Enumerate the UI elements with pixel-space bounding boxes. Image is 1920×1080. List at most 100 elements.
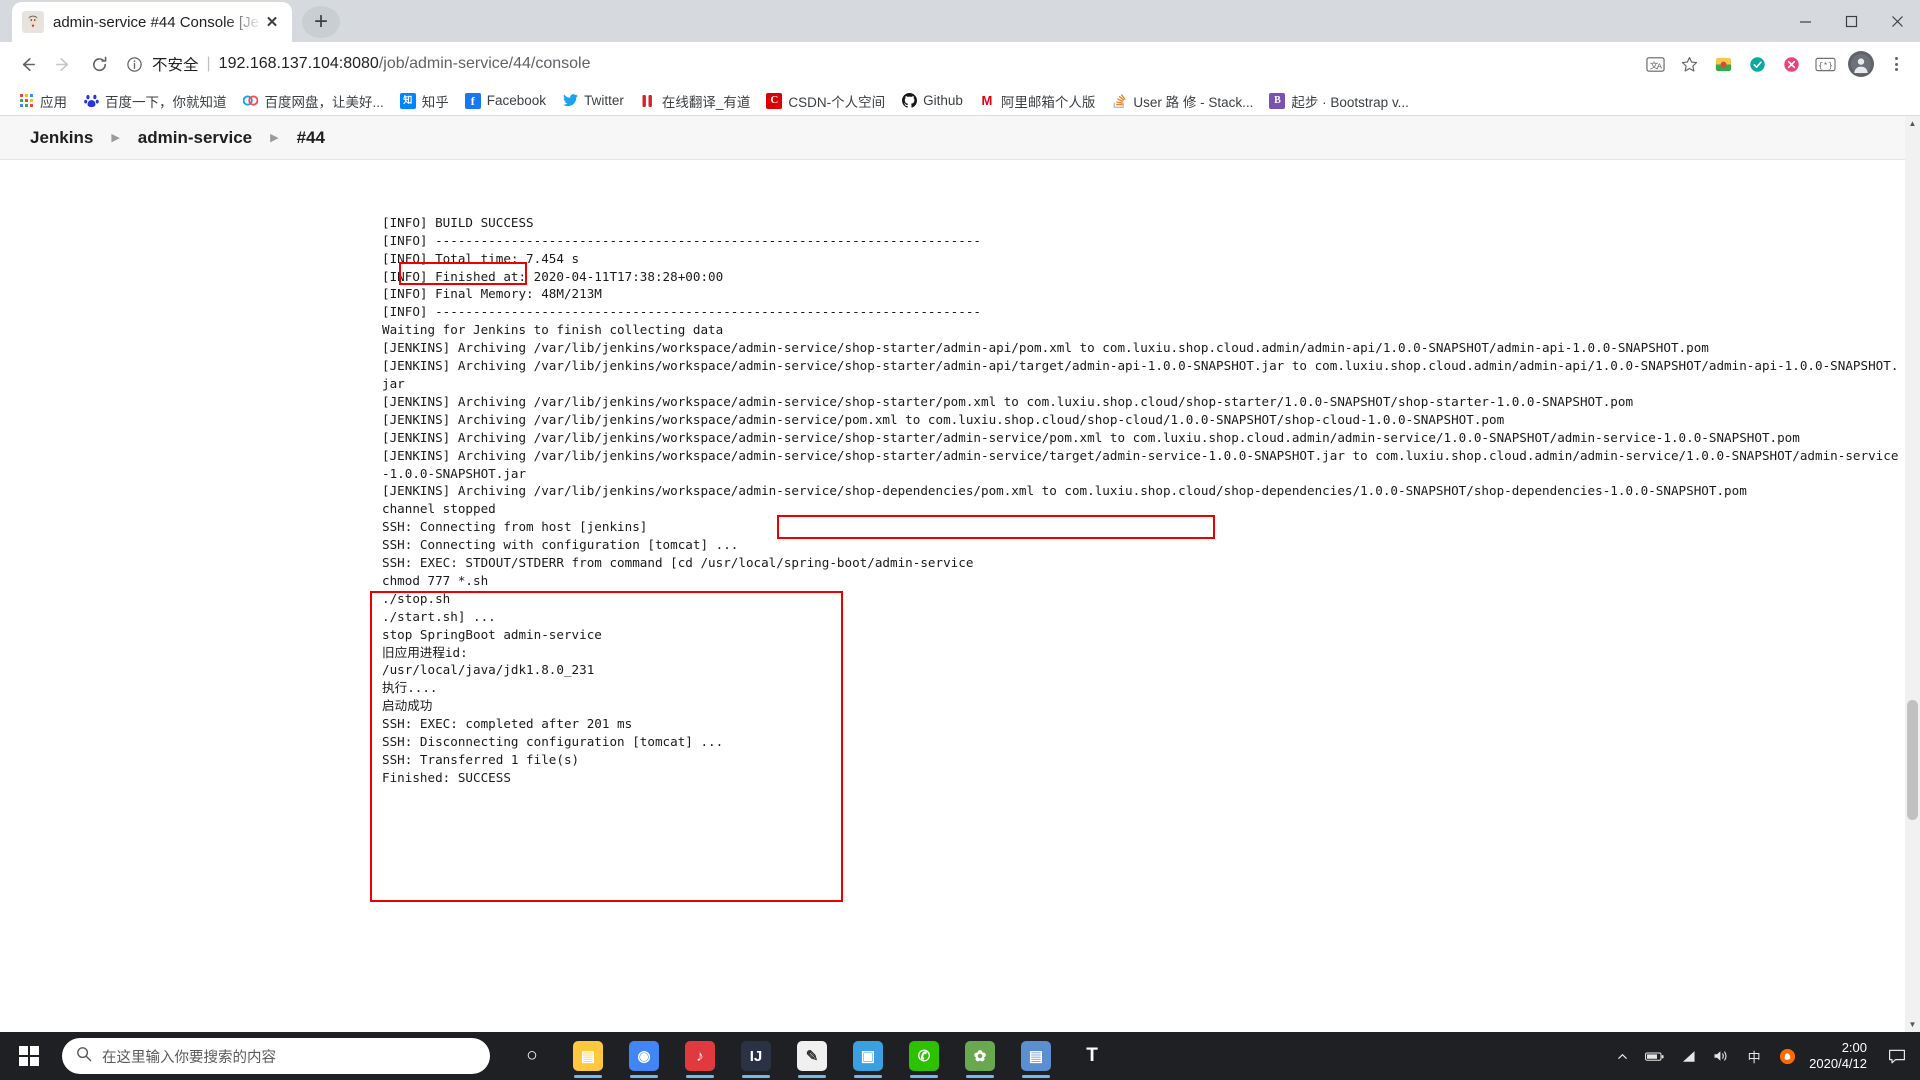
battery-icon[interactable] — [1644, 1044, 1666, 1068]
windows-start-icon[interactable] — [0, 1032, 58, 1080]
console-line: [JENKINS] Archiving /var/lib/jenkins/wor… — [382, 447, 1899, 481]
search-icon — [76, 1046, 92, 1066]
notification-icon[interactable] — [1884, 1043, 1910, 1069]
scrollbar-thumb[interactable] — [1907, 700, 1918, 820]
cortana-icon[interactable]: ○ — [504, 1032, 560, 1080]
bookmark-apps[interactable]: 应用 — [10, 89, 75, 113]
svg-text:{*}: {*} — [1818, 61, 1833, 71]
console-line: SSH: EXEC: completed after 201 ms — [382, 716, 633, 732]
forward-arrow-icon[interactable] — [46, 47, 80, 81]
windows-taskbar: 在这里输入你要搜索的内容 ○ ▤ ◉ ♪ IJ ✎ ▣ ✆ ✿ ▤ T 中 2:00 2020/4/… — [0, 1032, 1920, 1080]
console-line: [JENKINS] Archiving /var/lib/jenkins/wor… — [382, 340, 1709, 356]
translate-icon[interactable]: 文A — [1640, 49, 1670, 79]
window-controls — [1782, 0, 1920, 42]
breadcrumb: Jenkins ▶ admin-service ▶ #44 — [0, 116, 1920, 160]
app-active-indicator — [630, 1075, 658, 1078]
music-app-icon[interactable]: ♪ — [672, 1032, 728, 1080]
bookmark-alimail[interactable]: M 阿里邮箱个人版 — [971, 89, 1104, 113]
breadcrumb-job[interactable]: admin-service — [130, 128, 260, 148]
screenshot-tool-icon[interactable]: ▣ — [840, 1032, 896, 1080]
intellij-idea-icon[interactable]: IJ — [728, 1032, 784, 1080]
baidu-pan-icon — [242, 92, 259, 109]
console-line: [INFO] Final Memory: 48M/213M — [382, 286, 602, 302]
search-placeholder: 在这里输入你要搜索的内容 — [102, 1049, 276, 1066]
address-bar-path: /job/admin-service/44/console — [378, 55, 591, 72]
paint-app-icon[interactable]: ✎ — [784, 1032, 840, 1080]
csdn-icon: C — [766, 92, 783, 109]
turtle-app-icon[interactable]: ✿ — [952, 1032, 1008, 1080]
bookmark-facebook[interactable]: f Facebook — [457, 91, 554, 111]
clock-time: 2:00 — [1841, 1039, 1867, 1055]
console-line: SSH: EXEC: STDOUT/STDERR from command [c… — [382, 555, 974, 571]
bookmark-zhihu[interactable]: 知 知乎 — [392, 89, 457, 113]
bookmark-star-icon[interactable] — [1674, 49, 1704, 79]
minimize-icon[interactable] — [1782, 0, 1828, 42]
bookmark-twitter[interactable]: Twitter — [554, 91, 632, 111]
notepad-icon[interactable]: ▤ — [1008, 1032, 1064, 1080]
bookmark-label: 百度网盘，让美好... — [264, 94, 384, 110]
network-icon[interactable] — [1677, 1044, 1699, 1068]
console-line: SSH: Connecting with configuration [tomc… — [382, 537, 739, 553]
address-bar[interactable]: 不安全 | 192.168.137.104:8080/job/admin-ser… — [124, 49, 1630, 79]
bootstrap-icon: B — [1269, 92, 1286, 109]
reload-icon[interactable] — [82, 47, 116, 81]
ime-icon[interactable]: 中 — [1743, 1044, 1765, 1068]
console-line: Waiting for Jenkins to finish collecting… — [382, 322, 724, 338]
extension-braces-icon[interactable]: {*} — [1810, 49, 1840, 79]
close-icon[interactable]: ✕ — [262, 12, 282, 32]
console-line: stop SpringBoot admin-service — [382, 626, 602, 642]
taskbar-app-list: ○ ▤ ◉ ♪ IJ ✎ ▣ ✆ ✿ ▤ T — [504, 1032, 1120, 1080]
bookmark-baidu-pan[interactable]: 百度网盘，让美好... — [235, 89, 392, 113]
console-line: [JENKINS] Archiving /var/lib/jenkins/wor… — [382, 411, 1505, 427]
console-line: 执行.... — [382, 680, 438, 696]
breadcrumb-build[interactable]: #44 — [289, 128, 333, 148]
chevron-up-icon[interactable] — [1611, 1044, 1633, 1068]
tab-strip: admin-service #44 Console [Je ✕ + — [0, 0, 1920, 42]
avatar[interactable] — [1848, 51, 1874, 77]
console-line: [INFO] ---------------------------------… — [382, 304, 981, 320]
new-tab-button[interactable]: + — [302, 6, 340, 38]
info-circle-icon[interactable] — [124, 54, 144, 74]
search-input[interactable]: 在这里输入你要搜索的内容 — [62, 1038, 490, 1074]
maximize-icon[interactable] — [1828, 0, 1874, 42]
volume-icon[interactable] — [1710, 1044, 1732, 1068]
bookmark-label: Github — [923, 93, 963, 108]
kebab-menu-icon[interactable] — [1882, 49, 1910, 79]
bookmark-bootstrap[interactable]: B 起步 · Bootstrap v... — [1261, 89, 1417, 113]
bookmark-csdn[interactable]: C CSDN-个人空间 — [758, 89, 893, 113]
bookmark-github[interactable]: Github — [893, 91, 971, 111]
page-scrollbar[interactable]: ▲ ▼ — [1905, 116, 1920, 1080]
facebook-icon: f — [464, 92, 481, 109]
scroll-up-arrow-icon[interactable]: ▲ — [1905, 116, 1920, 131]
browser-tab[interactable]: admin-service #44 Console [Je ✕ — [12, 2, 292, 42]
console-line: [INFO] Finished at: 2020-04-11T17:38:28+… — [382, 268, 724, 284]
wechat-dev-icon[interactable]: ✆ — [896, 1032, 952, 1080]
zhihu-icon: 知 — [399, 92, 416, 109]
bookmark-youdao[interactable]: 在线翻译_有道 — [632, 89, 759, 113]
console-output: [INFO] BUILD SUCCESS [INFO] -------------… — [0, 160, 1920, 823]
browser-toolbar: 不安全 | 192.168.137.104:8080/job/admin-ser… — [0, 42, 1920, 86]
extension-teal-icon[interactable] — [1742, 49, 1772, 79]
baidu-icon — [83, 92, 99, 109]
typora-icon[interactable]: T — [1064, 1032, 1120, 1080]
console-log-text: [INFO] BUILD SUCCESS [INFO] -------------… — [0, 214, 1920, 787]
extension-color-icon[interactable] — [1708, 49, 1738, 79]
extension-pink-icon[interactable] — [1776, 49, 1806, 79]
bookmarks-bar: 应用 百度一下，你就知道 百度网盘，让美好... 知 知乎 f Facebook — [0, 86, 1920, 116]
close-icon[interactable] — [1874, 0, 1920, 42]
apps-grid-icon — [18, 93, 34, 109]
chrome-icon[interactable]: ◉ — [616, 1032, 672, 1080]
console-line: SSH: Disconnecting configuration [tomcat… — [382, 734, 724, 750]
scroll-down-arrow-icon[interactable]: ▼ — [1905, 1017, 1920, 1032]
breadcrumb-jenkins[interactable]: Jenkins — [22, 128, 101, 148]
back-arrow-icon[interactable] — [10, 47, 44, 81]
breadcrumb-separator-icon: ▶ — [270, 132, 279, 144]
jenkins-page: Jenkins ▶ admin-service ▶ #44 [INFO] BUI… — [0, 116, 1920, 1080]
sogou-icon[interactable] — [1776, 1044, 1798, 1068]
bookmark-stackoverflow[interactable]: User 路 修 - Stack... — [1103, 89, 1261, 113]
bookmark-baidu[interactable]: 百度一下，你就知道 — [75, 89, 235, 113]
taskbar-clock[interactable]: 2:00 2020/4/12 — [1809, 1040, 1873, 1073]
file-explorer-icon[interactable]: ▤ — [560, 1032, 616, 1080]
bookmark-label: Twitter — [584, 93, 624, 108]
app-active-indicator — [854, 1075, 882, 1078]
